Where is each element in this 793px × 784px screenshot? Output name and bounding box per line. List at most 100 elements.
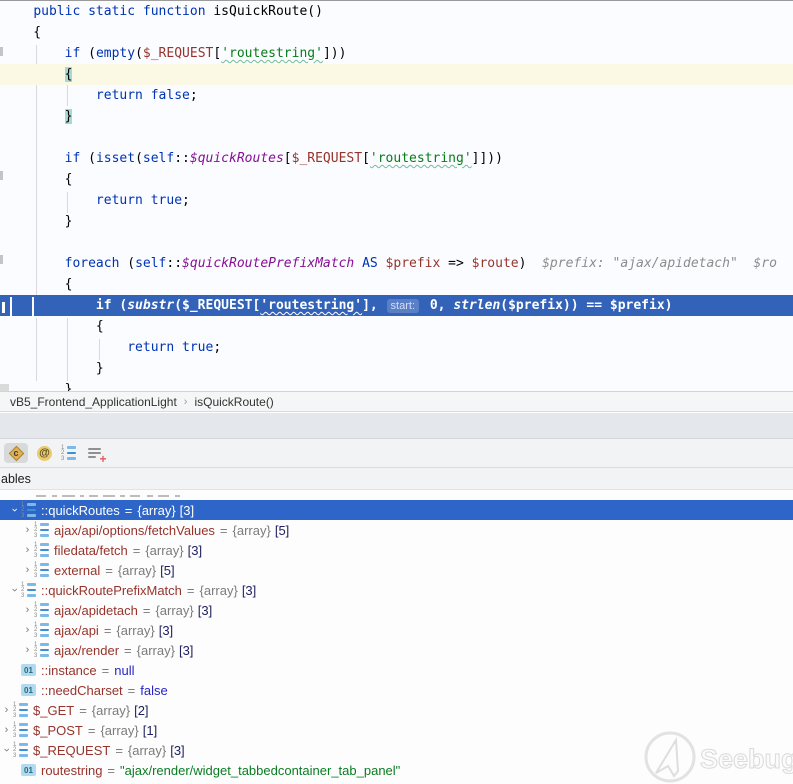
variable-name: filedata/fetch — [54, 543, 128, 558]
code-line[interactable] — [0, 232, 793, 253]
equals-sign: = — [102, 663, 110, 678]
seebug-watermark: Seebug — [628, 727, 793, 784]
breadcrumb-class[interactable]: vB5_Frontend_ApplicationLight — [10, 395, 177, 409]
code-token: $quickRoutePrefixMatch — [182, 256, 354, 271]
show-constants-toggle[interactable]: c — [4, 443, 28, 463]
bar — [40, 523, 49, 526]
variable-value: false — [140, 683, 167, 698]
numbered-list-icon: 123 — [61, 446, 76, 461]
digit: 1 — [61, 446, 65, 450]
expand-arrow-icon[interactable]: › — [5, 504, 25, 517]
variable-row[interactable]: ›123ajax/apidetach={array}[3] — [0, 600, 793, 620]
code-line[interactable] — [0, 127, 793, 148]
code-token: ])) — [323, 46, 346, 61]
code-token: false — [151, 88, 190, 103]
tab-variables[interactable]: ables — [0, 472, 31, 486]
code-editor[interactable]: public static function isQuickRoute() { … — [0, 0, 793, 391]
code-token: ( — [112, 298, 128, 313]
code-token: $route — [472, 256, 519, 271]
code-line[interactable]: } — [0, 379, 793, 391]
variable-row[interactable]: ›123::quickRoutes={array}[3] — [0, 500, 793, 520]
variable-row[interactable]: ›123ajax/render={array}[3] — [0, 640, 793, 660]
bar — [27, 514, 36, 517]
variable-name: ajax/api — [54, 623, 99, 638]
variable-type: {array} — [155, 603, 193, 618]
collapse-arrow-icon[interactable]: › — [21, 620, 34, 640]
collapse-arrow-icon[interactable]: › — [0, 700, 13, 720]
array-icon: 123 — [34, 563, 49, 578]
clipped-variable-row — [0, 490, 793, 500]
variable-row[interactable]: ›123filedata/fetch={array}[3] — [0, 540, 793, 560]
array-icon: 123 — [34, 643, 49, 658]
collapse-arrow-icon[interactable]: › — [21, 540, 34, 560]
variable-name: $_REQUEST — [33, 743, 110, 758]
expand-arrow-icon[interactable]: › — [5, 584, 25, 597]
code-line[interactable]: if (isset(self::$quickRoutes[$_REQUEST['… — [0, 148, 793, 169]
code-line[interactable]: public static function isQuickRoute() — [0, 1, 793, 22]
variable-row[interactable]: 01::instance=null — [0, 660, 793, 680]
code-line[interactable]: return false; — [0, 85, 793, 106]
expand-arrow-icon[interactable]: › — [0, 744, 17, 757]
digit: 1 — [13, 723, 17, 727]
variable-name: ::instance — [41, 663, 97, 678]
variable-row[interactable]: 01::needCharset=false — [0, 680, 793, 700]
variable-row[interactable]: ›123::quickRoutePrefixMatch={array}[3] — [0, 580, 793, 600]
code-token: ( — [174, 298, 182, 313]
bar — [40, 529, 49, 532]
array-icon: 123 — [34, 603, 49, 618]
code-line[interactable]: } — [0, 211, 793, 232]
equals-sign: = — [105, 563, 113, 578]
code-token: if — [96, 298, 112, 313]
digit: 1 — [34, 603, 38, 607]
code-token: ( — [119, 256, 135, 271]
breadcrumb-separator-icon: › — [184, 396, 188, 408]
bar — [40, 563, 49, 566]
digit: 3 — [34, 554, 38, 558]
variable-row[interactable]: ›123ajax/api/options/fetchValues={array}… — [0, 520, 793, 540]
code-line[interactable]: return true; — [0, 337, 793, 358]
code-token: ( — [80, 46, 96, 61]
primitive-icon: 01 — [21, 684, 36, 696]
code-line[interactable]: } — [0, 106, 793, 127]
variable-row[interactable]: ›123$_GET={array}[2] — [0, 700, 793, 720]
collapse-arrow-icon[interactable]: › — [21, 520, 34, 540]
code-token: static — [88, 4, 135, 19]
collapse-arrow-icon[interactable]: › — [21, 600, 34, 620]
code-line[interactable]: foreach (self::$quickRoutePrefixMatch AS… — [0, 253, 793, 274]
code-token: { — [2, 277, 72, 292]
code-line[interactable]: { — [0, 274, 793, 295]
collapse-arrow-icon[interactable]: › — [21, 640, 34, 660]
digit: 2 — [34, 568, 38, 572]
code-line[interactable]: { — [0, 316, 793, 337]
code-token — [2, 4, 33, 19]
variable-name: ::needCharset — [41, 683, 123, 698]
collapse-arrow-icon[interactable]: › — [0, 720, 13, 740]
debug-variables-toolbar: c @ 123 + — [0, 439, 793, 468]
code-token: } — [65, 109, 73, 124]
variable-row[interactable]: ›123ajax/api={array}[3] — [0, 620, 793, 640]
code-line[interactable]: { — [0, 169, 793, 190]
array-view-toggle[interactable]: 123 — [61, 443, 76, 463]
show-members-toggle[interactable]: @ — [37, 443, 52, 463]
code-token: function — [143, 4, 206, 19]
variable-row[interactable]: ›123external={array}[5] — [0, 560, 793, 580]
add-to-watches-button[interactable]: + — [85, 443, 105, 463]
code-line[interactable]: { — [0, 22, 793, 43]
code-line[interactable]: } — [0, 358, 793, 379]
execution-line[interactable]: if (substr($_REQUEST['routestring'], sta… — [0, 295, 793, 316]
code-line[interactable]: if (empty($_REQUEST['routestring'])) — [0, 43, 793, 64]
equals-sign: = — [133, 543, 141, 558]
variable-type: {array} — [137, 503, 175, 518]
code-token: return — [96, 88, 143, 103]
equals-sign: = — [104, 623, 112, 638]
code-token — [174, 340, 182, 355]
code-line[interactable]: return true; — [0, 190, 793, 211]
bar — [40, 543, 49, 546]
collapse-arrow-icon[interactable]: › — [21, 560, 34, 580]
bar — [27, 509, 36, 512]
digit: 3 — [34, 574, 38, 578]
code-token: 'routestring' — [260, 298, 362, 313]
current-line[interactable]: { — [0, 64, 793, 85]
breadcrumb-method[interactable]: isQuickRoute() — [194, 395, 273, 409]
array-icon: 123 — [13, 703, 28, 718]
